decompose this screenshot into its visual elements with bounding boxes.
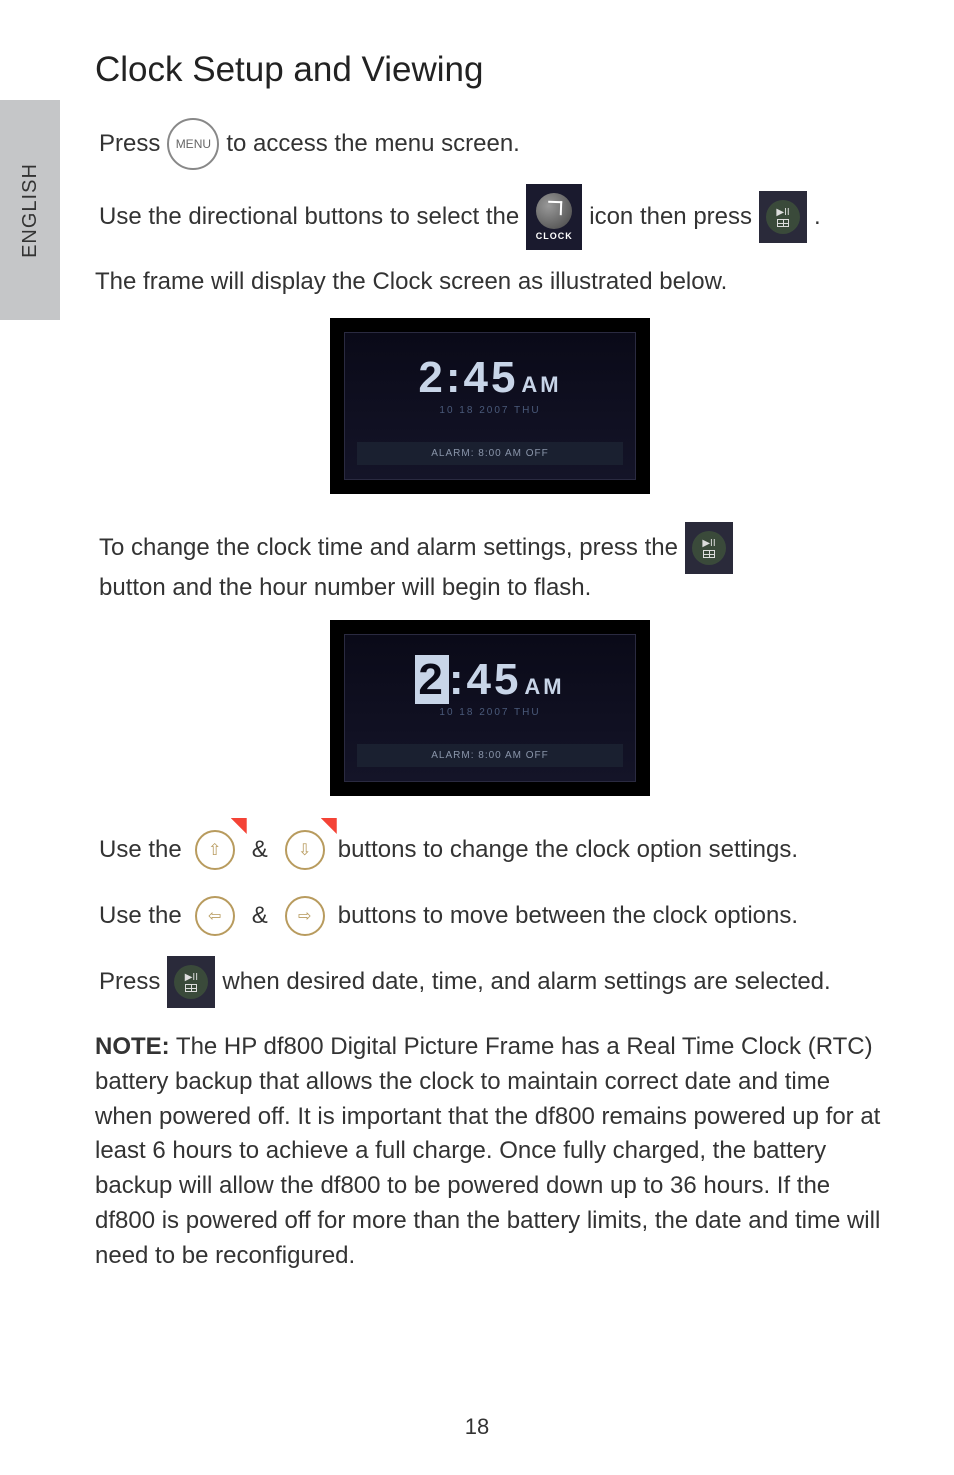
ampersand: & xyxy=(252,836,268,864)
instruction-5: Use the ⇧ & ⇩ buttons to change the cloc… xyxy=(95,824,885,876)
text: buttons to move between the clock option… xyxy=(338,902,798,930)
text: Use the xyxy=(99,902,182,930)
right-arrow-icon: ⇨ xyxy=(285,896,325,936)
ampm: AM xyxy=(524,674,564,699)
text: icon then press xyxy=(589,203,752,231)
text: . xyxy=(814,203,821,231)
ampersand: & xyxy=(252,902,268,930)
down-arrow-icon: ⇩ xyxy=(285,830,325,870)
text: buttons to change the clock option setti… xyxy=(338,836,798,864)
text: To change the clock time and alarm setti… xyxy=(99,534,678,562)
play-pause-button-icon: ▶II xyxy=(685,522,733,574)
text: Press xyxy=(99,130,160,158)
instruction-1: Press MENU to access the menu screen. xyxy=(95,118,885,170)
up-arrow-icon: ⇧ xyxy=(195,830,235,870)
play-pause-inner: ▶II xyxy=(174,965,208,999)
clock-screenshot-2: 2:45AM 10 18 2007 THU ALARM: 8:00 AM OFF xyxy=(330,620,650,796)
time-hour-highlight: 2 xyxy=(415,655,448,704)
clock-date: 10 18 2007 THU xyxy=(357,405,623,416)
text: Press xyxy=(99,968,160,996)
play-pause-inner: ▶II xyxy=(692,531,726,565)
play-icon: ▶II xyxy=(776,208,789,218)
clock-face-icon xyxy=(536,193,572,229)
clock-icon-label: CLOCK xyxy=(536,231,573,241)
note-section: NOTE: The HP df800 Digital Picture Frame… xyxy=(95,1030,885,1274)
page-content: Clock Setup and Viewing Press MENU to ac… xyxy=(95,50,885,1274)
instruction-3: The frame will display the Clock screen … xyxy=(95,264,885,300)
clock-screen: 2:45AM 10 18 2007 THU ALARM: 8:00 AM OFF xyxy=(344,332,636,480)
grid-icon xyxy=(777,219,789,227)
page-title: Clock Setup and Viewing xyxy=(95,50,885,90)
play-pause-button-icon: ▶II xyxy=(167,956,215,1008)
menu-button-icon: MENU xyxy=(167,118,219,170)
clock-date: 10 18 2007 THU xyxy=(357,707,623,718)
text: when desired date, time, and alarm setti… xyxy=(222,968,830,996)
language-tab: ENGLISH xyxy=(0,100,60,320)
left-arrow-icon: ⇦ xyxy=(195,896,235,936)
play-icon: ▶II xyxy=(185,973,198,983)
clock-time: 2:45AM xyxy=(357,353,623,403)
time-value: 2:45 xyxy=(418,353,518,402)
grid-icon xyxy=(185,984,197,992)
up-arrow-button-icon: ⇧ xyxy=(189,824,241,876)
right-arrow-button-icon: ⇨ xyxy=(279,890,331,942)
down-arrow-button-icon: ⇩ xyxy=(279,824,331,876)
alarm-bar: ALARM: 8:00 AM OFF xyxy=(357,442,623,465)
alarm-bar: ALARM: 8:00 AM OFF xyxy=(357,744,623,767)
instruction-6: Use the ⇦ & ⇨ buttons to move between th… xyxy=(95,890,885,942)
clock-screen: 2:45AM 10 18 2007 THU ALARM: 8:00 AM OFF xyxy=(344,634,636,782)
text: Use the directional buttons to select th… xyxy=(99,203,519,231)
text: Use the xyxy=(99,836,182,864)
page-number: 18 xyxy=(0,1414,954,1440)
note-text: The HP df800 Digital Picture Frame has a… xyxy=(95,1033,880,1269)
time-rest: :45 xyxy=(449,655,522,704)
grid-icon xyxy=(703,550,715,558)
text: button and the hour number will begin to… xyxy=(99,574,591,602)
instruction-4: To change the clock time and alarm setti… xyxy=(95,522,885,602)
play-pause-button-icon: ▶II xyxy=(759,191,807,243)
ampm: AM xyxy=(521,372,561,397)
text: to access the menu screen. xyxy=(226,130,519,158)
note-label: NOTE: xyxy=(95,1033,170,1060)
instruction-7: Press ▶II when desired date, time, and a… xyxy=(95,956,885,1008)
instruction-2: Use the directional buttons to select th… xyxy=(95,184,885,250)
clock-time: 2:45AM xyxy=(357,655,623,705)
play-icon: ▶II xyxy=(702,539,715,549)
clock-menu-icon: CLOCK xyxy=(526,184,582,250)
left-arrow-button-icon: ⇦ xyxy=(189,890,241,942)
language-label: ENGLISH xyxy=(19,163,42,258)
clock-screenshot-1: 2:45AM 10 18 2007 THU ALARM: 8:00 AM OFF xyxy=(330,318,650,494)
play-pause-inner: ▶II xyxy=(766,200,800,234)
